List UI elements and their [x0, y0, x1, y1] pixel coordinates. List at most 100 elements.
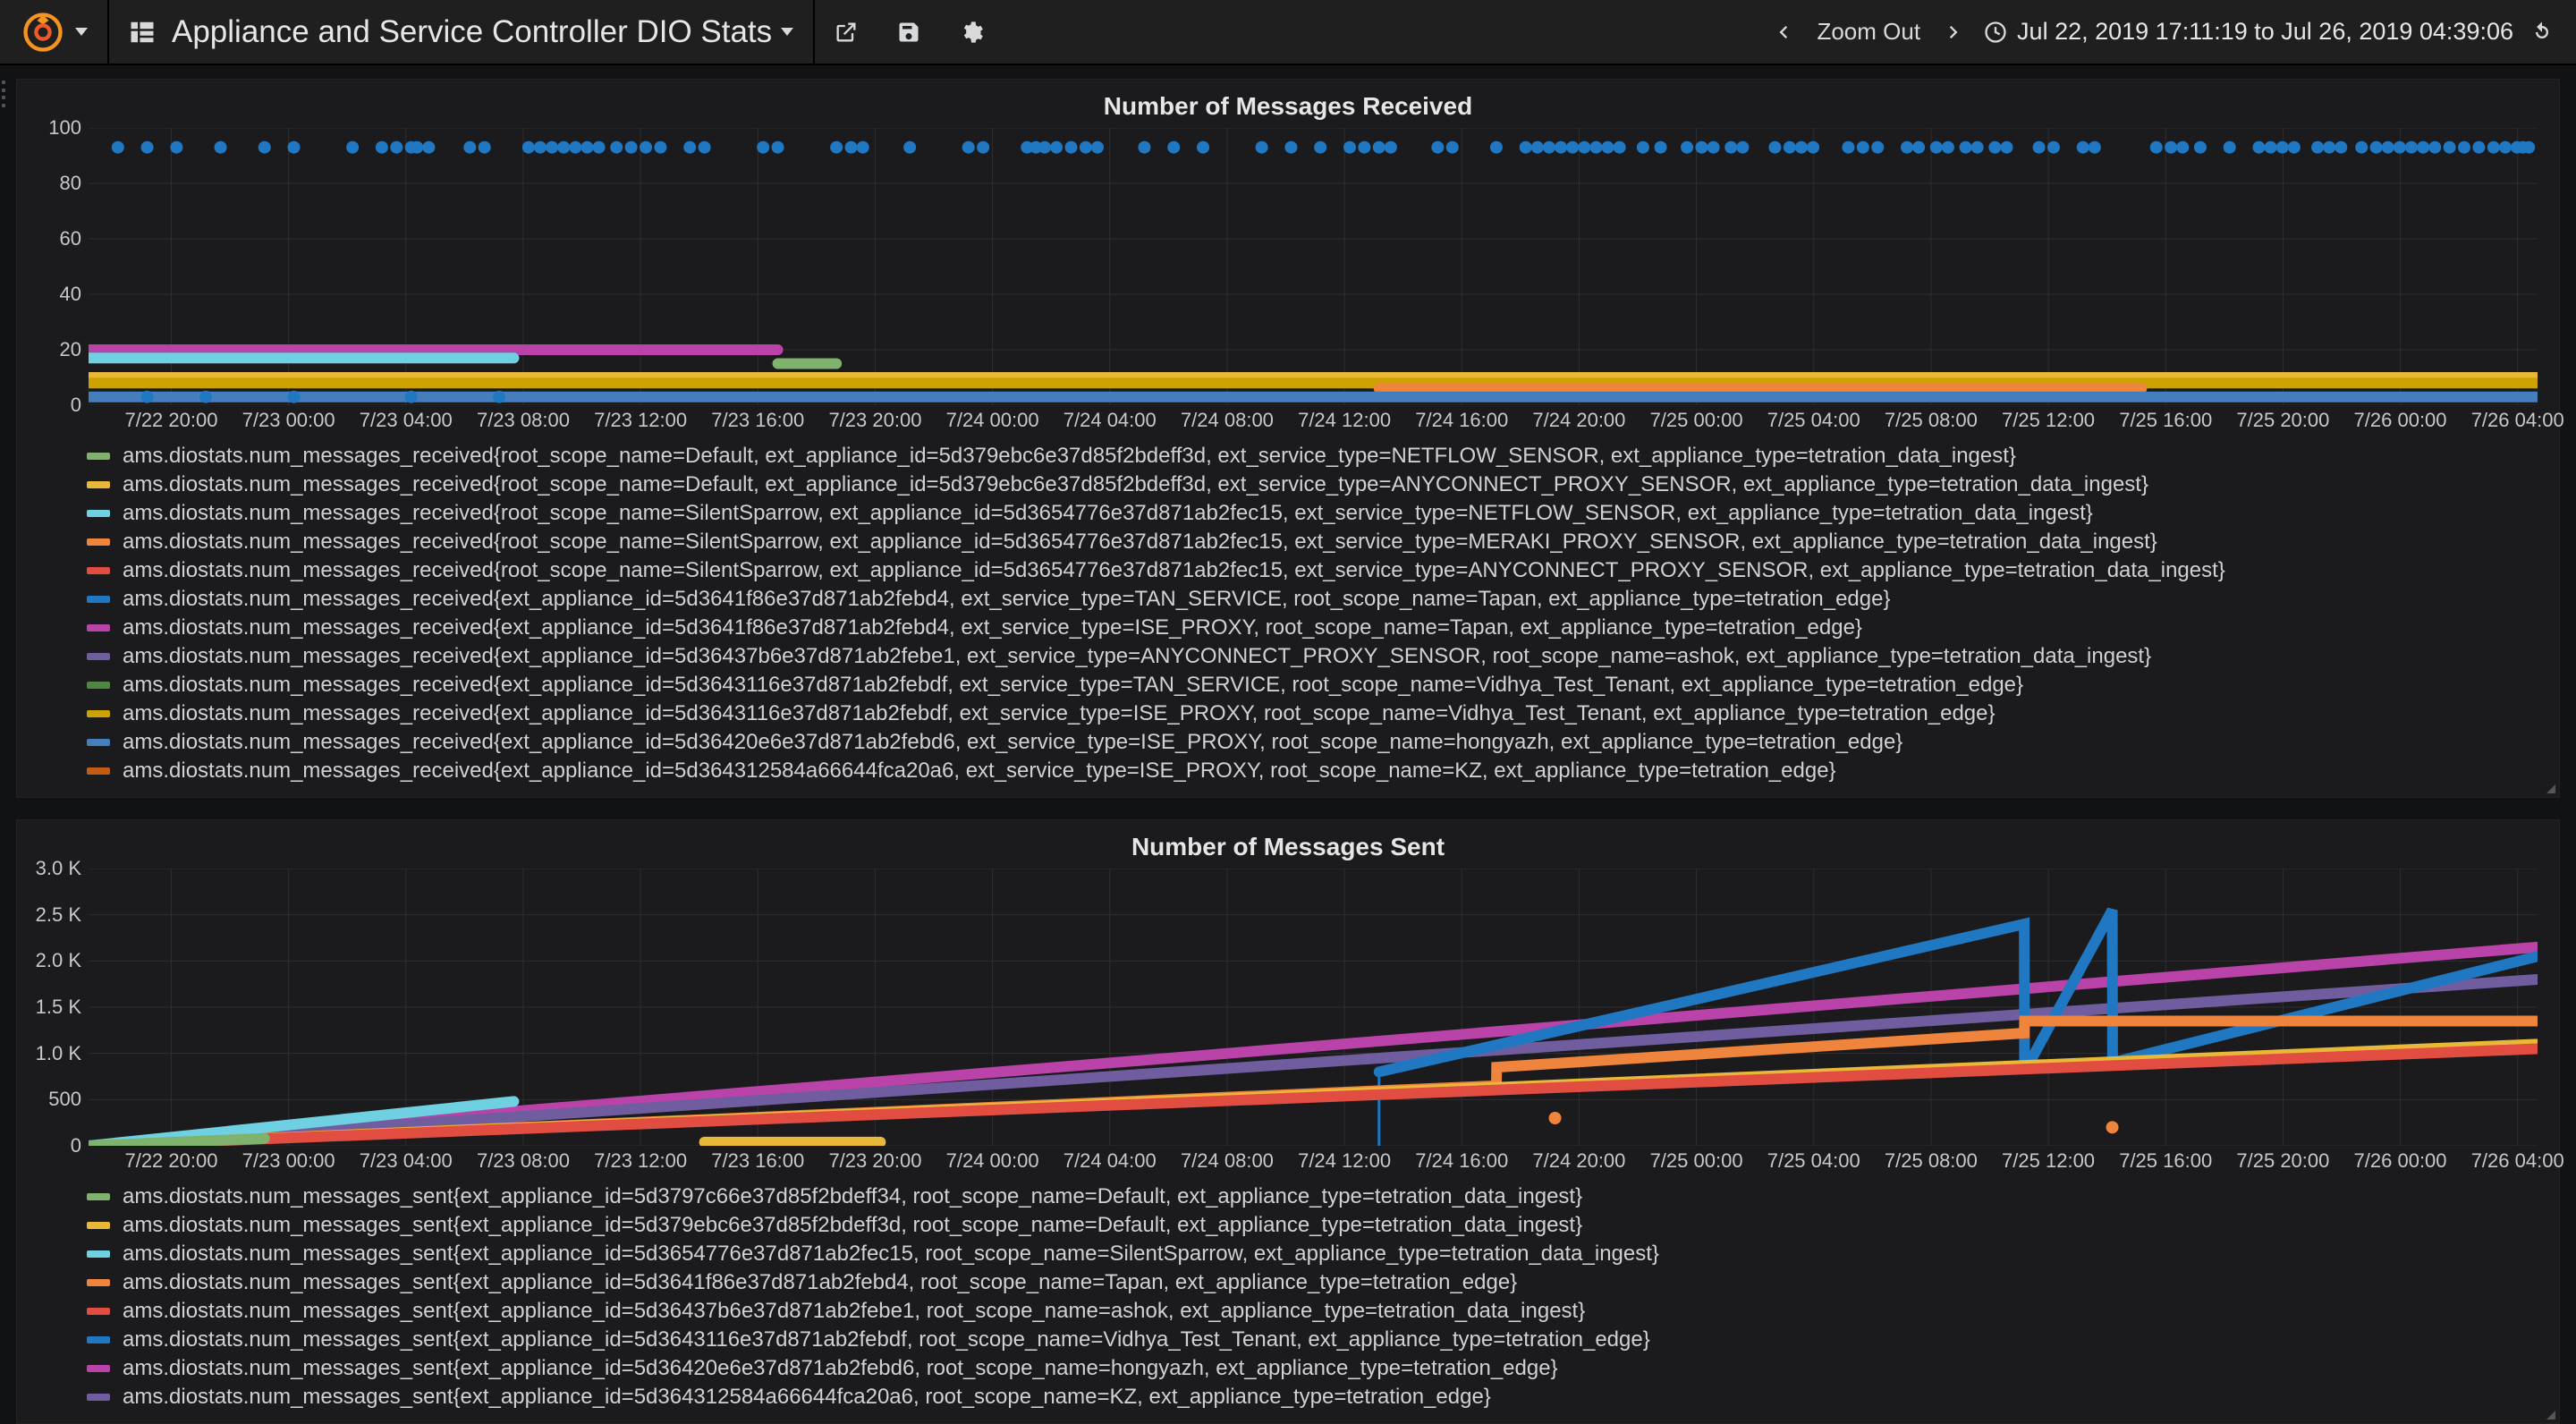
- legend-swatch: [87, 653, 110, 660]
- x-tick: 7/23 12:00: [594, 1149, 687, 1173]
- chevron-down-icon: [75, 28, 88, 36]
- time-forward-button[interactable]: [1936, 14, 1972, 50]
- x-tick: 7/25 00:00: [1650, 1149, 1743, 1173]
- legend-swatch: [87, 1336, 110, 1343]
- y-tick: 60: [26, 227, 81, 250]
- zoom-out-button[interactable]: Zoom Out: [1817, 18, 1920, 46]
- panel-resize-handle[interactable]: [2539, 1403, 2555, 1420]
- x-tick: 7/24 04:00: [1063, 1149, 1157, 1173]
- share-button[interactable]: [815, 0, 877, 64]
- chart-legend: ams.diostats.num_messages_sent{ext_appli…: [17, 1174, 2559, 1423]
- panel-messages-sent: Number of Messages Sent 05001.0 K1.5 K2.…: [16, 819, 2560, 1424]
- legend-item[interactable]: ams.diostats.num_messages_received{ext_a…: [87, 729, 2505, 756]
- app-menu[interactable]: [0, 0, 109, 64]
- x-tick: 7/25 20:00: [2236, 1149, 2329, 1173]
- legend-swatch: [87, 1193, 110, 1200]
- y-axis: 05001.0 K1.5 K2.0 K2.5 K3.0 K: [33, 869, 89, 1146]
- legend-item[interactable]: ams.diostats.num_messages_received{root_…: [87, 471, 2505, 498]
- time-back-button[interactable]: [1765, 14, 1801, 50]
- chart-plot-area[interactable]: [89, 869, 2538, 1146]
- y-tick: 20: [26, 338, 81, 361]
- top-toolbar: Appliance and Service Controller DIO Sta…: [0, 0, 2576, 65]
- legend-item[interactable]: ams.diostats.num_messages_sent{ext_appli…: [87, 1269, 2505, 1296]
- legend-item[interactable]: ams.diostats.num_messages_sent{ext_appli…: [87, 1327, 2505, 1353]
- chart-plot-area[interactable]: [89, 128, 2538, 405]
- panel-title: Number of Messages Sent: [17, 820, 2559, 869]
- legend-item[interactable]: ams.diostats.num_messages_sent{ext_appli…: [87, 1241, 2505, 1267]
- legend-label: ams.diostats.num_messages_received{root_…: [123, 529, 2157, 555]
- legend-item[interactable]: ams.diostats.num_messages_received{ext_a…: [87, 615, 2505, 641]
- x-tick: 7/24 16:00: [1415, 1149, 1508, 1173]
- legend-item[interactable]: ams.diostats.num_messages_received{ext_a…: [87, 672, 2505, 699]
- legend-label: ams.diostats.num_messages_sent{ext_appli…: [123, 1212, 1582, 1239]
- legend-label: ams.diostats.num_messages_received{ext_a…: [123, 643, 2151, 670]
- legend-item[interactable]: ams.diostats.num_messages_sent{ext_appli…: [87, 1355, 2505, 1382]
- dashboard-picker[interactable]: Appliance and Service Controller DIO Sta…: [109, 0, 815, 64]
- legend-swatch: [87, 767, 110, 775]
- legend-label: ams.diostats.num_messages_received{ext_a…: [123, 729, 1902, 756]
- y-tick: 2.5 K: [26, 903, 81, 927]
- legend-swatch: [87, 510, 110, 517]
- legend-label: ams.diostats.num_messages_received{root_…: [123, 471, 2148, 498]
- x-tick: 7/25 12:00: [2002, 409, 2095, 432]
- legend-swatch: [87, 596, 110, 603]
- time-range-text: Jul 22, 2019 17:11:19 to Jul 26, 2019 04…: [2017, 18, 2513, 46]
- legend-label: ams.diostats.num_messages_received{ext_a…: [123, 586, 1890, 613]
- legend-item[interactable]: ams.diostats.num_messages_sent{ext_appli…: [87, 1298, 2505, 1325]
- legend-label: ams.diostats.num_messages_received{ext_a…: [123, 758, 1836, 784]
- legend-item[interactable]: ams.diostats.num_messages_received{root_…: [87, 557, 2505, 584]
- chevron-right-icon: [1942, 20, 1967, 45]
- legend-label: ams.diostats.num_messages_received{root_…: [123, 557, 2225, 584]
- legend-item[interactable]: ams.diostats.num_messages_received{root_…: [87, 500, 2505, 527]
- x-tick: 7/24 04:00: [1063, 409, 1157, 432]
- chart-legend: ams.diostats.num_messages_received{root_…: [17, 434, 2559, 797]
- y-tick: 2.0 K: [26, 949, 81, 972]
- panel-resize-handle[interactable]: [2539, 777, 2555, 793]
- legend-item[interactable]: ams.diostats.num_messages_received{ext_a…: [87, 758, 2505, 784]
- legend-item[interactable]: ams.diostats.num_messages_sent{ext_appli…: [87, 1212, 2505, 1239]
- y-tick: 0: [26, 1134, 81, 1157]
- row-drag-handle[interactable]: [2, 81, 9, 107]
- share-icon: [834, 20, 859, 45]
- dashboard-title: Appliance and Service Controller DIO Sta…: [172, 14, 772, 50]
- legend-label: ams.diostats.num_messages_sent{ext_appli…: [123, 1327, 1650, 1353]
- chevron-down-icon: [781, 28, 793, 36]
- gear-icon: [959, 20, 984, 45]
- x-tick: 7/25 04:00: [1767, 409, 1860, 432]
- x-tick: 7/25 12:00: [2002, 1149, 2095, 1173]
- legend-swatch: [87, 481, 110, 488]
- time-range-picker[interactable]: Jul 22, 2019 17:11:19 to Jul 26, 2019 04…: [1983, 18, 2513, 46]
- legend-swatch: [87, 453, 110, 460]
- legend-swatch: [87, 710, 110, 717]
- legend-label: ams.diostats.num_messages_received{ext_a…: [123, 700, 1996, 727]
- x-tick: 7/23 20:00: [828, 1149, 921, 1173]
- save-button[interactable]: [877, 0, 940, 64]
- panel-title: Number of Messages Received: [17, 80, 2559, 128]
- x-tick: 7/23 00:00: [242, 409, 335, 432]
- x-tick: 7/24 16:00: [1415, 409, 1508, 432]
- x-tick: 7/24 00:00: [946, 409, 1039, 432]
- legend-label: ams.diostats.num_messages_sent{ext_appli…: [123, 1384, 1491, 1411]
- x-tick: 7/24 12:00: [1298, 409, 1391, 432]
- legend-item[interactable]: ams.diostats.num_messages_sent{ext_appli…: [87, 1183, 2505, 1210]
- y-axis: 020406080100: [33, 128, 89, 405]
- settings-button[interactable]: [940, 0, 1003, 64]
- y-tick: 80: [26, 172, 81, 195]
- x-tick: 7/24 08:00: [1181, 1149, 1274, 1173]
- legend-item[interactable]: ams.diostats.num_messages_received{ext_a…: [87, 643, 2505, 670]
- x-tick: 7/23 16:00: [711, 409, 804, 432]
- legend-item[interactable]: ams.diostats.num_messages_received{root_…: [87, 443, 2505, 470]
- x-tick: 7/25 20:00: [2236, 409, 2329, 432]
- legend-item[interactable]: ams.diostats.num_messages_received{ext_a…: [87, 700, 2505, 727]
- legend-item[interactable]: ams.diostats.num_messages_sent{ext_appli…: [87, 1384, 2505, 1411]
- x-tick: 7/23 04:00: [360, 1149, 453, 1173]
- legend-item[interactable]: ams.diostats.num_messages_received{root_…: [87, 529, 2505, 555]
- legend-swatch: [87, 624, 110, 631]
- legend-item[interactable]: ams.diostats.num_messages_received{ext_a…: [87, 586, 2505, 613]
- legend-label: ams.diostats.num_messages_sent{ext_appli…: [123, 1269, 1517, 1296]
- legend-swatch: [87, 1279, 110, 1286]
- refresh-button[interactable]: [2524, 14, 2560, 50]
- legend-swatch: [87, 1222, 110, 1229]
- dashboard-grid-icon: [129, 19, 156, 46]
- y-tick: 0: [26, 394, 81, 417]
